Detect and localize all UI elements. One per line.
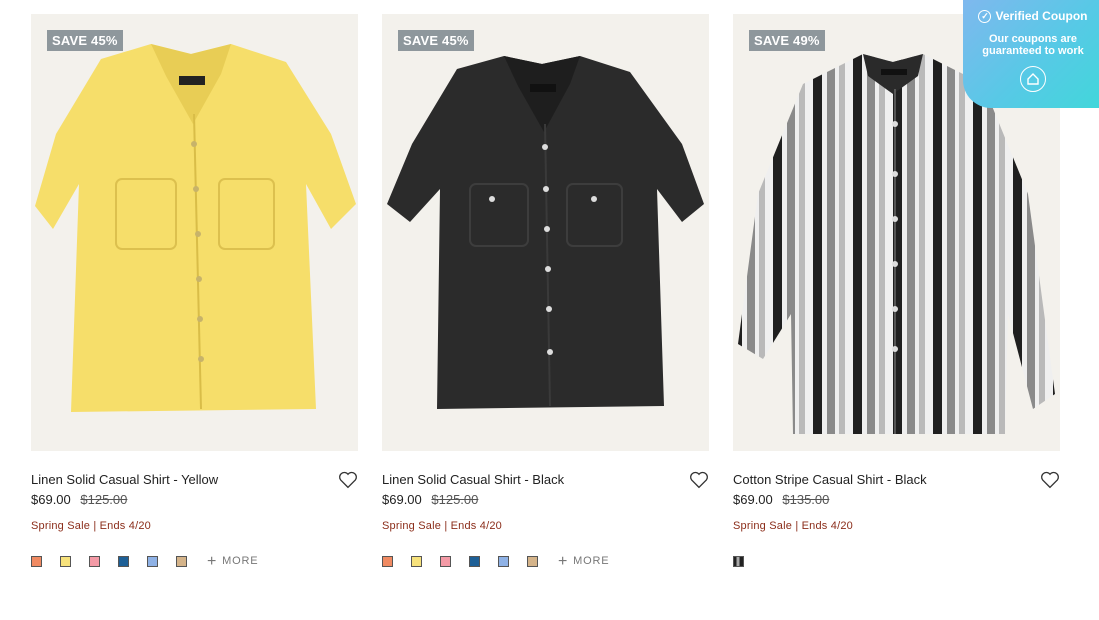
color-swatch[interactable] [440,555,451,567]
color-swatch[interactable] [382,555,393,567]
product-name[interactable]: Linen Solid Casual Shirt - Yellow [31,471,358,489]
sale-price: $69.00 [733,492,773,507]
color-swatch[interactable] [118,555,129,567]
color-swatch[interactable] [147,555,158,567]
color-swatch[interactable] [527,555,538,567]
product-name[interactable]: Linen Solid Casual Shirt - Black [382,471,709,489]
color-swatch[interactable] [411,555,422,567]
coupon-title: ✓ Verified Coupon [963,9,1099,23]
color-swatch[interactable] [733,555,744,567]
product-grid: SAVE 45% Linen Solid Casual Shirt - Yell… [31,14,1060,570]
product-name[interactable]: Cotton Stripe Casual Shirt - Black [733,471,1060,489]
more-colors-button[interactable]: + MORE [207,552,259,570]
color-swatches: + MORE [31,552,358,570]
product-image[interactable]: SAVE 45% [382,14,709,451]
color-swatch[interactable] [60,555,71,567]
more-label: MORE [573,555,610,567]
shirt-image-icon [387,56,704,409]
product-card[interactable]: SAVE 45% Linen Solid Casual Shirt - Yell… [31,14,358,570]
color-swatch[interactable] [498,555,509,567]
discount-badge: SAVE 49% [749,30,825,51]
more-label: MORE [222,555,259,567]
more-colors-button[interactable]: + MORE [558,552,610,570]
product-card[interactable]: SAVE 45% Linen Solid Casual Shirt - Blac… [382,14,709,570]
color-swatch[interactable] [469,555,480,567]
promo-text: Spring Sale | Ends 4/20 [382,520,502,532]
sale-price: $69.00 [382,492,422,507]
plus-icon: + [207,552,218,570]
coupon-text: Our coupons are guaranteed to work [982,33,1084,57]
discount-badge: SAVE 45% [47,30,123,51]
heart-icon[interactable] [1040,471,1060,489]
original-price: $125.00 [431,492,479,507]
color-swatches [733,554,1060,568]
promo-text: Spring Sale | Ends 4/20 [733,520,853,532]
original-price: $135.00 [782,492,830,507]
color-swatch[interactable] [89,555,100,567]
promo-text: Spring Sale | Ends 4/20 [31,520,151,532]
coupon-title-text: Verified Coupon [995,9,1088,23]
home-icon [1027,73,1039,85]
coupon-logo-icon[interactable] [1020,66,1046,92]
verified-coupon-widget[interactable]: ✓ Verified Coupon Our coupons are guaran… [963,0,1099,108]
heart-icon[interactable] [689,471,709,489]
color-swatches: + MORE [382,552,709,570]
check-circle-icon: ✓ [978,9,992,23]
plus-icon: + [558,552,569,570]
color-swatch[interactable] [31,555,42,567]
shirt-image-icon [35,44,356,412]
product-image[interactable]: SAVE 45% [31,14,358,451]
heart-icon[interactable] [338,471,358,489]
original-price: $125.00 [80,492,128,507]
color-swatch[interactable] [176,555,187,567]
discount-badge: SAVE 45% [398,30,474,51]
sale-price: $69.00 [31,492,71,507]
